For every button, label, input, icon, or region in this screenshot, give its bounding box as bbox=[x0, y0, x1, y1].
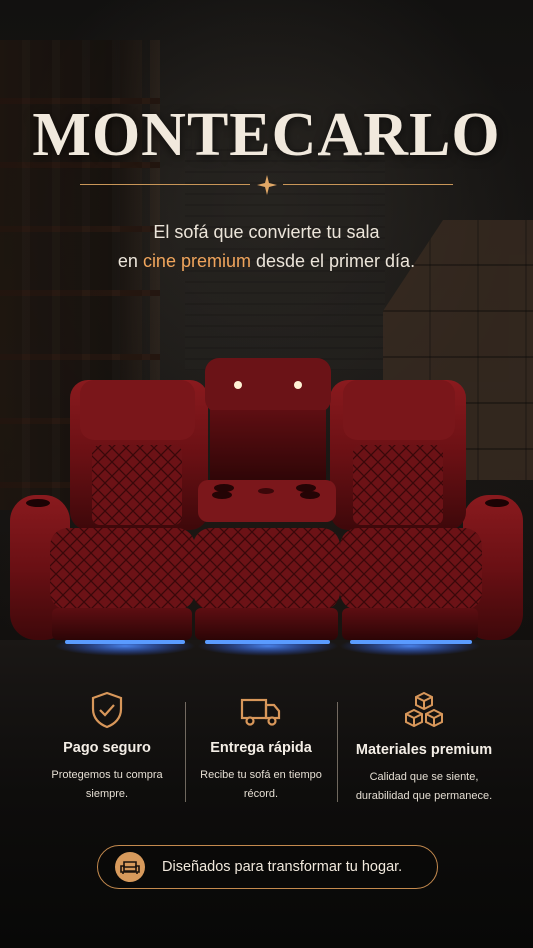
center-seat-cushion bbox=[193, 528, 340, 610]
brand-title: MONTECARLO bbox=[32, 101, 501, 169]
feature-title: Materiales premium bbox=[355, 742, 493, 758]
center-headrest bbox=[205, 358, 331, 413]
feature-desc-line-2: durabilidad que permanece. bbox=[355, 790, 493, 802]
cta-pill-button[interactable]: Diseñados para transformar tu hogar. bbox=[97, 845, 438, 889]
sparkle-icon bbox=[256, 175, 277, 195]
sofa-illustration bbox=[10, 358, 523, 656]
ornament-divider bbox=[80, 175, 453, 195]
feature-description: Protegemos tu compra siempre. bbox=[18, 766, 196, 804]
tagline-line-2-suffix: desde el primer día. bbox=[250, 251, 416, 271]
right-quilted-panel bbox=[353, 445, 443, 525]
reading-light-left bbox=[234, 381, 242, 389]
center-back bbox=[210, 410, 326, 485]
cta-icon-circle bbox=[115, 852, 145, 882]
feature-desc-line-1: Calidad que se siente, bbox=[369, 771, 479, 783]
feature-description: Calidad que se siente, durabilidad que p… bbox=[335, 768, 513, 806]
cta-label: Diseñados para transformar tu hogar. bbox=[162, 859, 403, 875]
divider-line-right bbox=[283, 184, 453, 185]
tagline-line-2-prefix: en bbox=[117, 251, 143, 271]
right-seat-cushion bbox=[340, 528, 482, 610]
right-cupholder bbox=[485, 499, 509, 507]
tagline: El sofá que convierte tu sala en cine pr… bbox=[0, 218, 533, 276]
left-cupholder bbox=[26, 499, 50, 507]
feature-premium-materials: Materiales premium Calidad que se siente… bbox=[335, 690, 513, 806]
shield-check-icon bbox=[91, 691, 123, 729]
tagline-line-1: El sofá que convierte tu sala bbox=[153, 222, 380, 242]
led-strip-center bbox=[205, 640, 330, 644]
feature-description: Recibe tu sofá en tiempo récord. bbox=[172, 766, 350, 804]
tagline-accent: cine premium bbox=[142, 251, 251, 271]
home-theater-sofa-image bbox=[0, 350, 533, 660]
reading-light-right bbox=[294, 381, 302, 389]
right-headrest bbox=[343, 380, 455, 440]
feature-fast-delivery: Entrega rápida Recibe tu sofá en tiempo … bbox=[172, 690, 350, 804]
left-quilted-panel bbox=[92, 445, 182, 525]
feature-desc-line-1: Protegemos tu compra bbox=[51, 769, 163, 781]
sofa-icon bbox=[120, 861, 140, 874]
feature-title: Pago seguro bbox=[63, 740, 151, 756]
stacked-boxes-icon bbox=[405, 691, 443, 728]
feature-title: Entrega rápida bbox=[210, 740, 312, 756]
left-seat-cushion bbox=[50, 528, 195, 610]
feature-desc-line-2: récord. bbox=[243, 788, 279, 800]
feature-desc-line-1: Recibe tu sofá en tiempo bbox=[200, 769, 322, 781]
feature-secure-payment: Pago seguro Protegemos tu compra siempre… bbox=[18, 690, 196, 804]
left-headrest bbox=[80, 380, 195, 440]
features-row: Pago seguro Protegemos tu compra siempre… bbox=[0, 690, 533, 810]
feature-desc-line-2: siempre. bbox=[85, 788, 129, 800]
led-strip-right bbox=[350, 640, 472, 644]
led-strip-left bbox=[65, 640, 185, 644]
divider-line-left bbox=[80, 184, 250, 185]
delivery-truck-icon bbox=[240, 698, 281, 726]
